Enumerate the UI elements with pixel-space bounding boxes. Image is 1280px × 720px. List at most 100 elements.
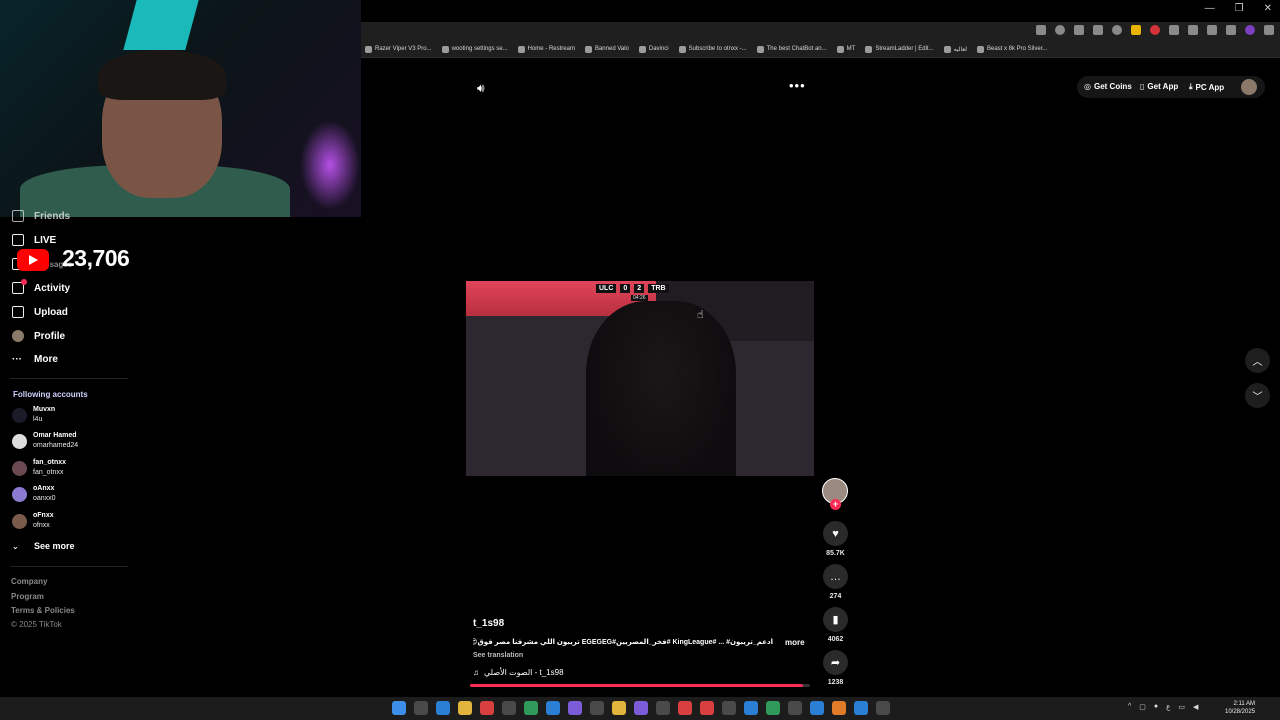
restore-button[interactable]: ❐ <box>1235 3 1244 14</box>
app-icon[interactable] <box>502 701 516 715</box>
app-icon[interactable] <box>590 701 604 715</box>
bookmark-folder[interactable]: Davinci <box>638 45 669 53</box>
sidebar-item-friends[interactable]: Friends <box>12 210 70 222</box>
see-translation-link[interactable]: See translation <box>473 652 523 659</box>
app-icon[interactable] <box>656 701 670 715</box>
more-options-icon[interactable]: ••• <box>789 78 806 93</box>
comment-button[interactable]: … 274 <box>822 564 849 600</box>
previous-video-button[interactable]: ︿ <box>1245 348 1270 373</box>
microphone-icon[interactable]: ● <box>1154 703 1158 711</box>
steam-icon[interactable] <box>546 701 560 715</box>
app-icon[interactable] <box>788 701 802 715</box>
network-icon[interactable]: ▭ <box>1178 703 1185 711</box>
bookmark[interactable]: Subscribe to otnxx -... <box>678 45 747 53</box>
bookmark[interactable]: StreamLadder | Edit... <box>865 45 934 53</box>
chrome-browser-icon[interactable] <box>480 701 494 715</box>
settings-icon[interactable] <box>810 701 824 715</box>
zoom-icon[interactable] <box>1055 25 1065 35</box>
bookmark[interactable]: Home - Restream <box>517 45 575 53</box>
install-app-icon[interactable] <box>1036 25 1046 35</box>
team-left: ULC <box>596 284 617 293</box>
following-account[interactable]: fan_otnxx fan_otnxx <box>12 458 66 478</box>
upload-icon <box>12 306 24 318</box>
app-icon[interactable] <box>876 701 890 715</box>
close-button[interactable]: ✕ <box>1264 3 1272 14</box>
caption-more-button[interactable]: more <box>785 638 805 647</box>
menu-kebab-icon[interactable] <box>1264 25 1274 35</box>
bookmark[interactable]: Banned Valo <box>584 45 629 53</box>
sidebar-item-live[interactable]: LIVE <box>12 234 56 246</box>
video-subject <box>586 301 736 476</box>
phone-icon: ▯ <box>1140 82 1145 91</box>
music-info[interactable]: ♫ الصوت الأصلي - t_1s98 <box>473 668 564 677</box>
search-icon[interactable] <box>414 701 428 715</box>
app-icon[interactable] <box>678 701 692 715</box>
taskbar-clock[interactable]: 2:11 AM 10/28/2025 <box>1225 700 1255 716</box>
bookmark[interactable]: Razer Viper V3 Pro... <box>365 45 432 53</box>
footer-link-terms[interactable]: Terms & Policies <box>11 606 75 615</box>
app-icon[interactable] <box>832 701 846 715</box>
extension-icon[interactable] <box>1188 25 1198 35</box>
video-player[interactable]: ULC 0 2 TRB 04:26 <box>466 281 814 476</box>
follow-plus-icon[interactable]: + <box>830 499 841 510</box>
tray-app-icon[interactable]: ▢ <box>1139 703 1146 711</box>
following-account[interactable]: Omar Hamed omarhamed24 <box>12 431 78 451</box>
discord-icon[interactable] <box>568 701 582 715</box>
bookmark[interactable]: Beast x 8k Pro Silver... <box>977 45 1047 53</box>
pc-app-button[interactable]: ⤓ PC App <box>1189 82 1224 92</box>
footer-link-program[interactable]: Program <box>11 592 44 601</box>
following-account[interactable]: oFnxx ofnxx <box>12 511 54 531</box>
following-account[interactable]: Muvxn l4u <box>12 405 55 425</box>
app-icon[interactable] <box>524 701 538 715</box>
bookmark[interactable]: wooting settings se... <box>441 45 508 53</box>
save-button[interactable]: ▮ 4062 <box>822 607 849 643</box>
like-button[interactable]: ♥ 85.7K <box>822 521 849 557</box>
app-icon[interactable] <box>854 701 868 715</box>
post-username[interactable]: t_1s98 <box>473 618 504 629</box>
pc-app-label: PC App <box>1195 82 1225 92</box>
app-icon[interactable] <box>700 701 714 715</box>
get-coins-button[interactable]: ◎ Get Coins <box>1084 82 1132 91</box>
sidebar-item-profile[interactable]: Profile <box>12 330 65 342</box>
extension-icon[interactable] <box>1150 25 1160 35</box>
user-avatar[interactable] <box>1241 79 1257 95</box>
like-count: 85.7K <box>826 550 845 557</box>
share-button[interactable]: ➦ 1238 <box>822 650 849 686</box>
extension-icon[interactable] <box>1112 25 1122 35</box>
volume-icon[interactable]: ◀ <box>1193 703 1198 711</box>
bookmark-folder[interactable]: MT <box>836 45 855 53</box>
chevron-up-icon[interactable]: ^ <box>1128 703 1131 711</box>
language-indicator[interactable]: ع <box>1166 703 1170 711</box>
extension-icon[interactable] <box>1131 25 1141 35</box>
sidebar-item-upload[interactable]: Upload <box>12 306 68 318</box>
extension-icon[interactable] <box>1169 25 1179 35</box>
share-icon: ➦ <box>823 650 848 675</box>
volume-icon[interactable]: 🔊︎ <box>477 81 485 96</box>
bookmark[interactable]: The best ChatBot an... <box>756 45 827 53</box>
start-windows-icon[interactable] <box>392 701 406 715</box>
file-explorer-icon[interactable] <box>458 701 472 715</box>
minimize-button[interactable]: — <box>1205 3 1215 14</box>
next-video-button[interactable]: ﹀ <box>1245 383 1270 408</box>
following-account[interactable]: oAnxx oanxx0 <box>12 484 56 504</box>
sidebar-item-activity[interactable]: Activity <box>12 279 70 294</box>
see-more-button[interactable]: ⌄ See more <box>12 541 75 551</box>
edge-browser-icon[interactable] <box>436 701 450 715</box>
profile-avatar-icon[interactable] <box>1245 25 1255 35</box>
video-progress-bar[interactable] <box>470 684 810 687</box>
app-icon[interactable] <box>722 701 736 715</box>
app-icon[interactable] <box>612 701 626 715</box>
bookmark-icon: ▮ <box>823 607 848 632</box>
footer-link-company[interactable]: Company <box>11 577 47 586</box>
extension-icon[interactable] <box>1093 25 1103 35</box>
bookmark[interactable]: لعاليه <box>943 45 967 53</box>
account-avatar <box>12 433 27 449</box>
star-icon[interactable] <box>1074 25 1084 35</box>
app-icon[interactable] <box>766 701 780 715</box>
sidebar-item-more[interactable]: ··· More <box>12 354 58 365</box>
app-icon[interactable] <box>634 701 648 715</box>
get-app-button[interactable]: ▯ Get App <box>1140 82 1178 91</box>
app-icon[interactable] <box>744 701 758 715</box>
extensions-puzzle-icon[interactable] <box>1207 25 1217 35</box>
reading-list-icon[interactable] <box>1226 25 1236 35</box>
